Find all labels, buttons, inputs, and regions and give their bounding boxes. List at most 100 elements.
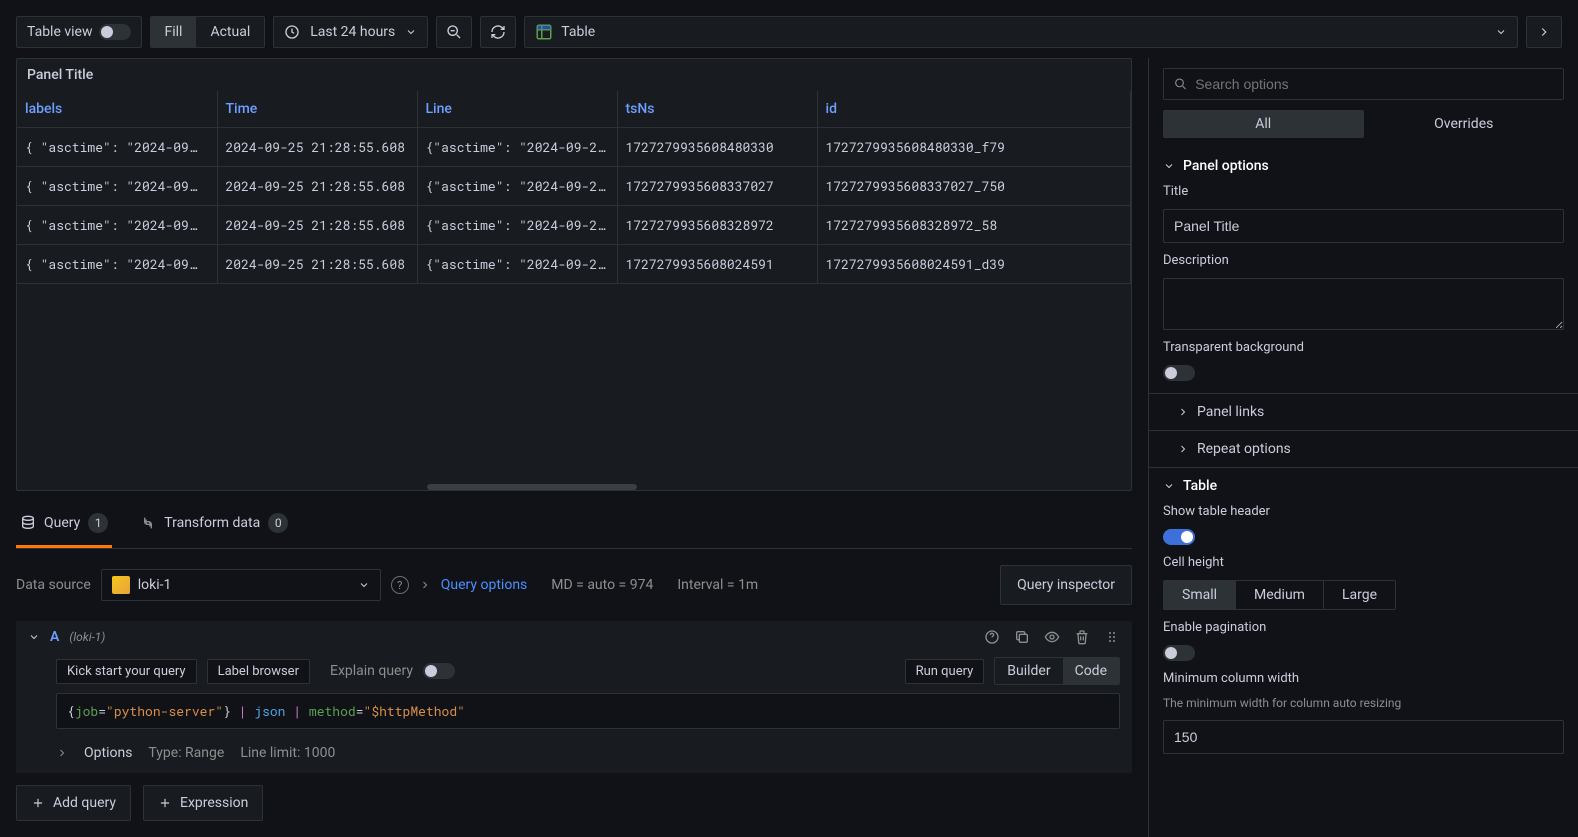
zoom-out-button[interactable]	[436, 16, 472, 48]
panel-title: Panel Title	[17, 59, 1131, 91]
column-header[interactable]: Line	[417, 91, 617, 128]
kick-start-button[interactable]: Kick start your query	[56, 659, 197, 684]
column-header[interactable]: id	[817, 91, 1131, 128]
visualization-picker[interactable]: Table	[524, 16, 1518, 48]
cell-height-large[interactable]: Large	[1323, 580, 1396, 610]
fit-mode-group: Fill Actual	[150, 16, 266, 48]
min-col-width-input[interactable]	[1163, 720, 1564, 754]
drag-handle-icon[interactable]	[1104, 629, 1120, 645]
section-table[interactable]: Table	[1149, 468, 1578, 504]
table-cell: {"asctime": "2024-09-25 2	[417, 245, 617, 284]
label-browser-button[interactable]: Label browser	[207, 659, 310, 684]
builder-mode-button[interactable]: Builder	[995, 658, 1062, 684]
plus-icon	[158, 796, 172, 810]
datasource-select[interactable]: loki-1	[101, 569, 381, 601]
table-view-switch[interactable]	[99, 24, 131, 40]
chevron-right-icon[interactable]	[56, 747, 68, 759]
options-label[interactable]: Options	[84, 745, 132, 761]
table-cell: 2024-09-25 21:28:55.608	[217, 245, 417, 284]
time-range-label: Last 24 hours	[310, 24, 395, 40]
min-col-width-label: Minimum column width	[1163, 671, 1564, 686]
description-input[interactable]	[1163, 278, 1564, 330]
refresh-button[interactable]	[480, 16, 516, 48]
table-cell: { "asctime": "2024-09…	[17, 206, 217, 245]
add-query-button[interactable]: Add query	[16, 785, 131, 821]
table-cell: {"asctime": "2024-09-25 2	[417, 206, 617, 245]
table-row[interactable]: { "asctime": "2024-09…2024-09-25 21:28:5…	[17, 206, 1131, 245]
table-row[interactable]: { "asctime": "2024-09…2024-09-25 21:28:5…	[17, 167, 1131, 206]
table-cell: 1727279935608337027	[617, 167, 817, 206]
table-cell: 2024-09-25 21:28:55.608	[217, 167, 417, 206]
zoom-out-icon	[446, 24, 462, 40]
table-cell: 1727279935608337027_750	[817, 167, 1131, 206]
horizontal-scrollbar[interactable]	[17, 484, 1131, 490]
table-cell: 1727279935608480330	[617, 128, 817, 167]
table-cell: 2024-09-25 21:28:55.608	[217, 206, 417, 245]
cell-height-small[interactable]: Small	[1163, 580, 1236, 610]
query-block-a: A (loki-1) Kick start your query Label b…	[16, 621, 1132, 773]
tab-overrides[interactable]: Overrides	[1364, 110, 1565, 138]
search-icon	[1174, 77, 1187, 91]
table-view-toggle[interactable]: Table view	[16, 16, 142, 48]
search-options-input[interactable]	[1163, 68, 1564, 100]
min-col-width-hint: The minimum width for column auto resizi…	[1163, 696, 1564, 710]
query-inspector-button[interactable]: Query inspector	[1000, 565, 1132, 605]
column-header[interactable]: labels	[17, 91, 217, 128]
enable-pagination-switch[interactable]	[1163, 645, 1195, 661]
panel-preview: Panel Title labels Time Line tsNs id { "…	[16, 58, 1132, 491]
query-datasource-sub: (loki-1)	[69, 630, 105, 644]
cell-height-medium[interactable]: Medium	[1235, 580, 1324, 610]
query-tabs: Query 1 Transform data 0	[16, 503, 1132, 549]
trash-icon[interactable]	[1074, 629, 1090, 645]
type-text: Type: Range	[148, 745, 224, 761]
refresh-icon	[490, 24, 506, 40]
table-row[interactable]: { "asctime": "2024-09…2024-09-25 21:28:5…	[17, 128, 1131, 167]
column-header[interactable]: Time	[217, 91, 417, 128]
explain-query-switch[interactable]	[423, 663, 455, 679]
actual-button[interactable]: Actual	[196, 17, 264, 47]
section-panel-links[interactable]: Panel links	[1149, 393, 1578, 430]
table-icon	[535, 23, 553, 41]
eye-icon[interactable]	[1044, 629, 1060, 645]
chevron-down-icon	[1163, 480, 1175, 492]
transform-count-badge: 0	[268, 513, 288, 533]
enable-pagination-label: Enable pagination	[1163, 620, 1564, 635]
table-cell: { "asctime": "2024-09…	[17, 128, 217, 167]
query-letter[interactable]: A	[50, 629, 59, 645]
chevron-down-icon	[405, 26, 417, 38]
table-cell: {"asctime": "2024-09-25 2	[417, 167, 617, 206]
time-range-picker[interactable]: Last 24 hours	[273, 16, 428, 48]
table-cell: 1727279935608328972	[617, 206, 817, 245]
database-icon	[20, 515, 36, 531]
run-query-button[interactable]: Run query	[905, 659, 985, 684]
datasource-name: loki-1	[138, 577, 172, 593]
datasource-help-button[interactable]: ?	[391, 576, 409, 594]
table-row[interactable]: { "asctime": "2024-09…2024-09-25 21:28:5…	[17, 245, 1131, 284]
chevron-right-icon	[1177, 406, 1189, 418]
tab-query[interactable]: Query 1	[16, 503, 112, 548]
add-expression-button[interactable]: Expression	[143, 785, 263, 821]
column-header[interactable]: tsNs	[617, 91, 817, 128]
tab-transform-label: Transform data	[164, 515, 260, 531]
table-cell: 1727279935608024591	[617, 245, 817, 284]
chevron-right-icon	[1177, 443, 1189, 455]
tab-all[interactable]: All	[1163, 110, 1364, 138]
query-options-link[interactable]: Query options	[441, 577, 528, 593]
query-code-editor[interactable]: {job="python-server"} | json | method="$…	[56, 693, 1120, 729]
chevron-down-icon	[358, 579, 370, 591]
transparent-bg-label: Transparent background	[1163, 340, 1564, 355]
title-input[interactable]	[1163, 209, 1564, 243]
copy-icon[interactable]	[1014, 629, 1030, 645]
help-icon[interactable]	[984, 629, 1000, 645]
section-panel-options[interactable]: Panel options	[1149, 148, 1578, 184]
section-repeat-options[interactable]: Repeat options	[1149, 430, 1578, 468]
show-header-switch[interactable]	[1163, 529, 1195, 545]
show-header-label: Show table header	[1163, 504, 1564, 519]
chevron-down-icon[interactable]	[28, 631, 40, 643]
tab-transform[interactable]: Transform data 0	[136, 503, 292, 548]
code-mode-button[interactable]: Code	[1063, 658, 1119, 684]
panel-options-expand-button[interactable]	[1526, 16, 1562, 48]
transparent-bg-switch[interactable]	[1163, 365, 1195, 381]
chevron-down-icon	[1495, 26, 1507, 38]
fill-button[interactable]: Fill	[151, 17, 197, 47]
